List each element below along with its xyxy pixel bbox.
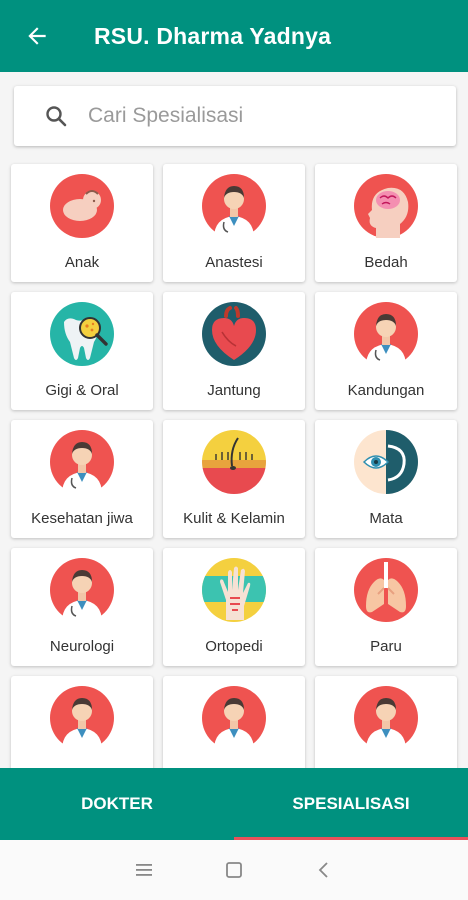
doctor-icon [354, 686, 418, 750]
specialization-card[interactable]: Neurologi [11, 548, 153, 666]
specialization-label: Ortopedi [205, 638, 263, 655]
eye-icon [354, 430, 418, 494]
tab-dokter-label: DOKTER [81, 794, 153, 813]
heart-icon [202, 302, 266, 366]
specialization-card[interactable]: Anak [11, 164, 153, 282]
lungs-icon [354, 558, 418, 622]
specialization-card[interactable]: Bedah [315, 164, 457, 282]
brain-icon [354, 174, 418, 238]
baby-icon [50, 174, 114, 238]
recents-button[interactable] [99, 840, 189, 900]
specialization-label: Gigi & Oral [45, 382, 119, 399]
specialization-label: Bedah [364, 254, 408, 271]
specialization-label: Anastesi [205, 254, 263, 271]
specialization-label: Paru [370, 638, 402, 655]
search-icon [46, 106, 67, 127]
specialization-label: Anak [64, 254, 100, 271]
specialization-card[interactable]: Kulit & Kelamin [163, 420, 305, 538]
specialization-label: Neurologi [49, 638, 115, 655]
specialization-card[interactable] [315, 676, 457, 768]
tab-spesialisasi-label: SPESIALISASI [292, 794, 410, 813]
specialization-card[interactable]: Kandungan [315, 292, 457, 410]
doctor-icon [354, 302, 418, 366]
doctor-icon [50, 686, 114, 750]
menu-icon [136, 864, 152, 876]
bone-icon [202, 558, 266, 622]
specialization-label: Kulit & Kelamin [183, 510, 285, 527]
home-icon [226, 862, 242, 878]
tooth-icon [50, 302, 114, 366]
doctor-icon [202, 686, 266, 750]
specialization-card[interactable] [163, 676, 305, 768]
specialization-grid: Anak Anastesi Bedah Gigi & Oral Jantung … [0, 162, 468, 768]
system-navigation-bar [0, 840, 468, 900]
search-input[interactable] [88, 104, 428, 128]
arrow-left-icon [28, 27, 46, 45]
home-button[interactable] [189, 840, 279, 900]
specialization-label: Mata [369, 510, 403, 527]
system-back-button[interactable] [279, 840, 369, 900]
specialization-label: Kandungan [347, 382, 425, 399]
specialization-card[interactable]: Ortopedi [163, 548, 305, 666]
tab-spesialisasi[interactable]: SPESIALISASI [234, 768, 468, 840]
specialization-label: Kesehatan jiwa [31, 510, 133, 527]
search-bar[interactable] [14, 86, 456, 146]
back-button[interactable] [0, 0, 74, 72]
doctor-icon [202, 174, 266, 238]
specialization-card[interactable]: Kesehatan jiwa [11, 420, 153, 538]
specialization-card[interactable]: Gigi & Oral [11, 292, 153, 410]
bottom-tab-bar: DOKTER SPESIALISASI [0, 768, 468, 840]
doctor-icon [50, 558, 114, 622]
back-chevron-icon [318, 862, 328, 878]
specialization-card[interactable]: Anastesi [163, 164, 305, 282]
specialization-label: Jantung [207, 382, 261, 399]
doctor-icon [50, 430, 114, 494]
specialization-card[interactable]: Mata [315, 420, 457, 538]
skin-icon [202, 430, 266, 494]
tab-dokter[interactable]: DOKTER [0, 768, 234, 840]
specialization-card[interactable]: Paru [315, 548, 457, 666]
app-bar: RSU. Dharma Yadnya [0, 0, 468, 72]
specialization-card[interactable]: Jantung [163, 292, 305, 410]
specialization-card[interactable] [11, 676, 153, 768]
page-title: RSU. Dharma Yadnya [94, 22, 332, 49]
